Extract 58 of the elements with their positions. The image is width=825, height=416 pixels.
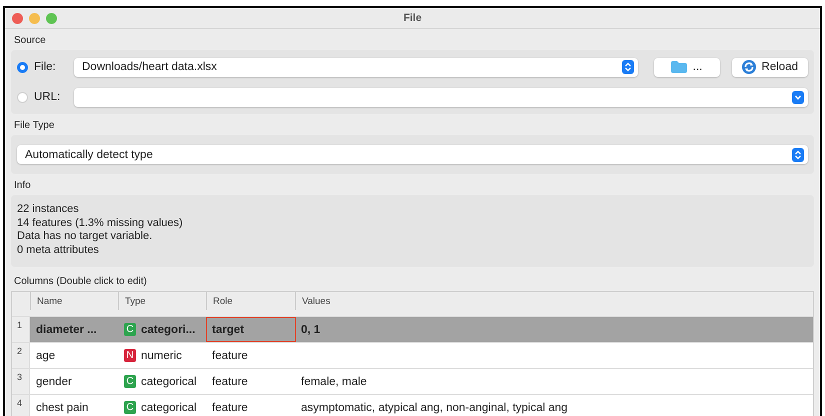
window-title: File <box>403 12 422 24</box>
info-text: 0 meta attributes <box>17 244 100 257</box>
row-number: 4 <box>12 395 30 416</box>
section-label: Source <box>13 34 47 48</box>
reload-button[interactable]: Reload <box>732 58 808 76</box>
table-cell-text: feature <box>211 350 249 362</box>
type-badge: C <box>124 401 136 414</box>
radio-label: URL: <box>34 91 62 103</box>
field-value: Downloads/heart data.xlsx <box>82 61 217 73</box>
row-number: 1 <box>12 317 30 342</box>
table-cell-text: chest pain <box>35 402 90 414</box>
table-cell: numeric <box>141 350 182 362</box>
folder-icon <box>670 61 687 73</box>
table-cell: categori... <box>141 324 196 336</box>
stepper-icon <box>792 148 804 162</box>
section-label: File Type <box>13 119 56 133</box>
column-header[interactable]: Name <box>30 292 118 310</box>
table-row[interactable]: 3 gender C categorical feature female, male <box>12 369 813 395</box>
column-header[interactable]: Type <box>118 292 206 310</box>
type-badge: C <box>124 375 136 388</box>
column-header[interactable]: Values <box>295 292 813 310</box>
info-text: 22 instances <box>17 203 80 216</box>
section-label: Columns (Double click to edit) <box>13 275 148 289</box>
row-number: 2 <box>12 343 30 368</box>
type-badge: C <box>124 323 136 336</box>
row-number: 3 <box>12 369 30 394</box>
info-text: Data has no target variable. <box>17 230 154 244</box>
chevron-down-icon <box>792 90 804 104</box>
file-type-combo-box[interactable]: Automatically detect type <box>17 145 808 164</box>
minimize-button[interactable] <box>29 12 40 24</box>
radio-button[interactable] <box>17 62 28 72</box>
table-cell: categorical <box>141 402 197 414</box>
stepper-icon <box>622 60 634 74</box>
table-row[interactable]: 1 diameter ... C categori... target 0, 1 <box>12 317 813 343</box>
section-label: Info <box>13 179 32 193</box>
field-value: Automatically detect type <box>25 148 153 160</box>
maximize-button[interactable] <box>46 12 57 24</box>
info-text: 14 features (1.3% missing values) <box>17 216 184 230</box>
table-cell-text: gender <box>35 376 73 388</box>
table-cell: categorical <box>141 376 197 388</box>
table-cell-text: feature <box>211 402 249 414</box>
highlighted-cell: target <box>206 317 296 342</box>
type-badge: N <box>124 349 136 362</box>
reload-icon <box>742 60 756 74</box>
browse-button[interactable]: ... <box>654 58 720 76</box>
table-cell-text: feature <box>211 376 249 388</box>
table-cell-text: asymptomatic, atypical ang, non-anginal, typical ang <box>300 402 569 414</box>
radio-label: File: <box>34 61 57 73</box>
table-cell-text: female, male <box>300 376 368 388</box>
table-row[interactable]: 2 age N numeric feature <box>12 343 813 369</box>
close-button[interactable] <box>12 12 23 24</box>
url-combo-box[interactable] <box>74 88 808 106</box>
column-header[interactable]: Role <box>206 292 295 310</box>
table-cell-text: diameter ... <box>35 324 98 336</box>
table-row[interactable]: 4 chest pain C categorical feature asymptomatic, atypical ang, non-anginal, typical ang <box>12 395 813 416</box>
file-combo-box[interactable]: Downloads/heart data.xlsx <box>74 58 638 76</box>
table-cell-text: 0, 1 <box>300 324 322 336</box>
table-cell-text: age <box>35 350 56 362</box>
